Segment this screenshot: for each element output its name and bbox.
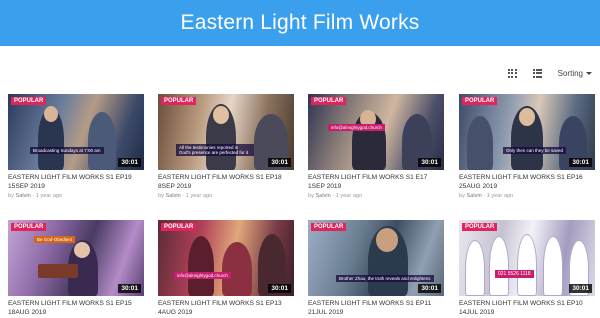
caption-overlay: Broadcasting Sundays at 7:00 am xyxy=(30,147,104,154)
video-title[interactable]: EASTERN LIGHT FILM WORKS S1 EP10 14JUL 2… xyxy=(459,299,595,317)
video-meta: by Salvin · 1 year ago xyxy=(8,193,63,199)
sorting-dropdown[interactable]: Sorting xyxy=(558,69,592,78)
author-link[interactable]: Salvin xyxy=(315,193,330,199)
chevron-down-icon xyxy=(586,71,592,75)
person-figure xyxy=(543,236,563,296)
video-thumbnail[interactable]: 021 5526 1118 POPULAR 30:01 xyxy=(459,220,595,296)
popular-badge: POPULAR xyxy=(11,223,47,231)
caption-overlay: Only then can they be saved xyxy=(503,147,567,154)
video-thumbnail[interactable]: info@almightygod.church POPULAR 30:01 xyxy=(308,94,444,170)
video-age: 1 year ago xyxy=(335,193,363,199)
person-figure xyxy=(188,236,214,296)
popular-badge: POPULAR xyxy=(311,223,347,231)
author-link[interactable]: Salvin xyxy=(466,193,481,199)
caption-overlay: Brother Zhao, the truth reveals and enli… xyxy=(336,275,434,282)
popular-badge: POPULAR xyxy=(161,223,197,231)
person-face xyxy=(213,106,229,124)
person-figure xyxy=(222,242,252,296)
duration-label: 30:01 xyxy=(118,158,141,167)
duration-label: 30:01 xyxy=(268,284,291,293)
video-thumbnail[interactable]: Be God-Obedient POPULAR 30:01 xyxy=(8,220,144,296)
video-title[interactable]: EASTERN LIGHT FILM WORKS S1 E17 1SEP 201… xyxy=(308,173,444,191)
meta-by: by xyxy=(459,193,465,199)
video-age: 1 year ago xyxy=(185,193,213,199)
header-banner: Eastern Light Film Works xyxy=(0,0,600,46)
duration-label: 30:01 xyxy=(418,284,441,293)
caption-overlay: Be God-Obedient xyxy=(34,236,76,243)
video-title[interactable]: EASTERN LIGHT FILM WORKS S1 EP13 4AUG 20… xyxy=(158,299,294,317)
popular-badge: POPULAR xyxy=(11,97,47,105)
video-thumbnail[interactable]: Brother Zhao, the truth reveals and enli… xyxy=(308,220,444,296)
page-title: Eastern Light Film Works xyxy=(180,11,420,34)
person-face xyxy=(376,228,398,252)
grid-view-icon[interactable] xyxy=(507,68,517,78)
video-meta: by Salvin · 1 year ago xyxy=(158,193,213,199)
caption-overlay: info@almightygod.church xyxy=(328,124,385,131)
person-figure xyxy=(88,112,116,170)
view-toolbar: Sorting xyxy=(507,66,592,80)
video-card[interactable]: Broadcasting Sundays at 7:00 am POPULAR … xyxy=(8,94,144,199)
video-title[interactable]: EASTERN LIGHT FILM WORKS S1 EP11 21JUL 2… xyxy=(308,299,444,317)
video-card[interactable]: info@almightygod.church POPULAR 30:01 EA… xyxy=(158,220,294,317)
video-card[interactable]: Only then can they be saved POPULAR 30:0… xyxy=(459,94,595,199)
duration-label: 30:01 xyxy=(118,284,141,293)
person-face xyxy=(74,242,90,258)
video-card[interactable]: All the testimonies reported in God's pr… xyxy=(158,94,294,199)
video-title[interactable]: EASTERN LIGHT FILM WORKS S1 EP16 25AUG 2… xyxy=(459,173,595,191)
meta-by: by xyxy=(158,193,164,199)
video-card[interactable]: Brother Zhao, the truth reveals and enli… xyxy=(308,220,444,317)
person-face xyxy=(519,108,535,126)
video-thumbnail[interactable]: Only then can they be saved POPULAR 30:0… xyxy=(459,94,595,170)
author-link[interactable]: Salvin xyxy=(165,193,180,199)
video-meta: by Salvin · 1 year ago xyxy=(308,193,363,199)
video-meta: by Salvin · 1 year ago xyxy=(459,193,514,199)
video-thumbnail[interactable]: info@almightygod.church POPULAR 30:01 xyxy=(158,220,294,296)
video-card[interactable]: 021 5526 1118 POPULAR 30:01 EASTERN LIGH… xyxy=(459,220,595,317)
person-figure xyxy=(489,236,509,296)
popular-badge: POPULAR xyxy=(462,97,498,105)
video-title[interactable]: EASTERN LIGHT FILM WORKS S1 EP18 8SEP 20… xyxy=(158,173,294,191)
video-card[interactable]: info@almightygod.church POPULAR 30:01 EA… xyxy=(308,94,444,199)
video-card[interactable]: Be God-Obedient POPULAR 30:01 EASTERN LI… xyxy=(8,220,144,317)
popular-badge: POPULAR xyxy=(311,97,347,105)
duration-label: 30:01 xyxy=(268,158,291,167)
video-title[interactable]: EASTERN LIGHT FILM WORKS S1 EP19 15SEP 2… xyxy=(8,173,144,191)
caption-overlay: info@almightygod.church xyxy=(174,272,231,279)
duration-label: 30:01 xyxy=(569,158,592,167)
video-thumbnail[interactable]: All the testimonies reported in God's pr… xyxy=(158,94,294,170)
video-thumbnail[interactable]: Broadcasting Sundays at 7:00 am POPULAR … xyxy=(8,94,144,170)
meta-by: by xyxy=(8,193,14,199)
popular-badge: POPULAR xyxy=(161,97,197,105)
video-age: 1 year ago xyxy=(486,193,514,199)
video-title[interactable]: EASTERN LIGHT FILM WORKS S1 EP15 18AUG 2… xyxy=(8,299,144,317)
caption-overlay: All the testimonies reported in God's pr… xyxy=(176,144,254,156)
author-link[interactable]: Salvin xyxy=(15,193,30,199)
book-figure xyxy=(38,264,78,278)
popular-badge: POPULAR xyxy=(462,223,498,231)
person-figure xyxy=(465,240,485,296)
duration-label: 30:01 xyxy=(569,284,592,293)
list-view-icon[interactable] xyxy=(532,68,542,78)
video-age: 1 year ago xyxy=(35,193,63,199)
caption-overlay: 021 5526 1118 xyxy=(495,270,534,278)
sorting-label: Sorting xyxy=(557,68,583,78)
person-figure xyxy=(517,234,537,296)
meta-by: by xyxy=(308,193,314,199)
person-face xyxy=(44,106,58,122)
duration-label: 30:01 xyxy=(418,158,441,167)
person-figure xyxy=(467,116,493,170)
